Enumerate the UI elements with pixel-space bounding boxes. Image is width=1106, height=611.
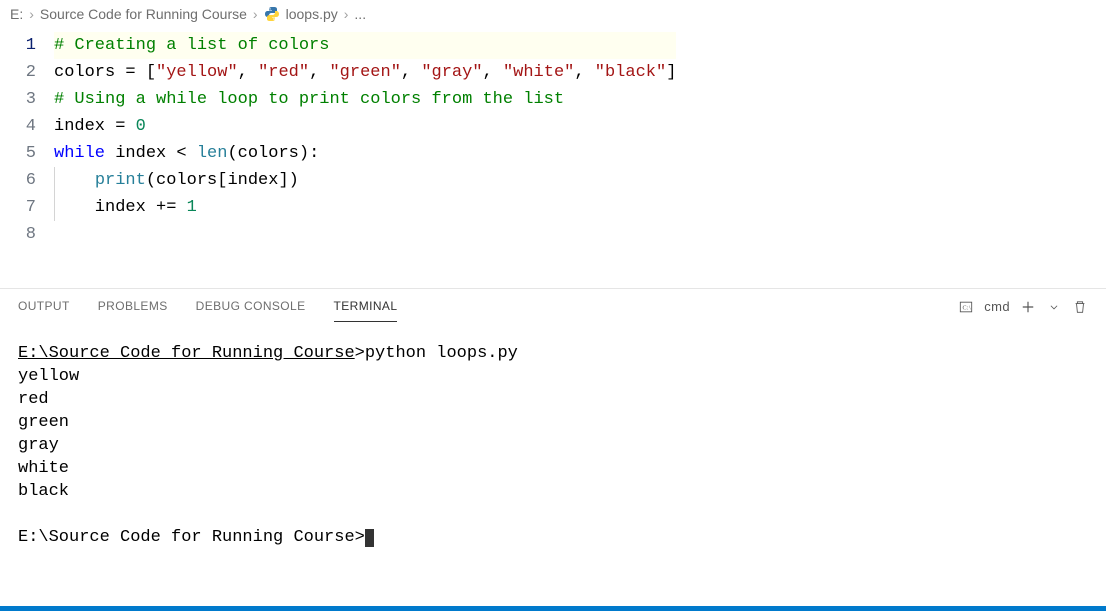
tab-debug-console[interactable]: DEBUG CONSOLE	[196, 291, 306, 322]
chevron-down-icon[interactable]	[1046, 299, 1062, 315]
code-line[interactable]: # Using a while loop to print colors fro…	[54, 86, 676, 113]
breadcrumb-folder[interactable]: Source Code for Running Course	[40, 6, 247, 22]
svg-text:C:\: C:\	[963, 305, 972, 311]
line-number: 3	[0, 86, 36, 113]
terminal-output-line: red	[18, 388, 1088, 411]
line-number-gutter: 12345678	[0, 32, 54, 248]
line-number: 6	[0, 167, 36, 194]
code-line[interactable]: index += 1	[54, 194, 676, 221]
line-number: 5	[0, 140, 36, 167]
line-number: 1	[0, 32, 36, 59]
panel-tabs: OUTPUT PROBLEMS DEBUG CONSOLE TERMINAL C…	[0, 289, 1106, 324]
terminal-content[interactable]: E:\Source Code for Running Course>python…	[0, 324, 1106, 606]
breadcrumb: E: › Source Code for Running Course › lo…	[0, 0, 1106, 28]
line-number: 7	[0, 194, 36, 221]
python-file-icon	[264, 6, 280, 22]
terminal-output-line: white	[18, 457, 1088, 480]
terminal-shell-label[interactable]: cmd	[984, 299, 1010, 314]
code-editor[interactable]: 12345678 # Creating a list of colorscolo…	[0, 28, 1106, 248]
terminal-prompt-path: E:\Source Code for Running Course	[18, 528, 355, 547]
terminal-prompt-path: E:\Source Code for Running Course	[18, 344, 355, 363]
terminal-cursor	[365, 529, 374, 547]
line-number: 8	[0, 221, 36, 248]
chevron-right-icon: ›	[344, 6, 349, 22]
terminal-profile-icon[interactable]: C:\	[958, 299, 974, 315]
line-number: 2	[0, 59, 36, 86]
new-terminal-icon[interactable]	[1020, 299, 1036, 315]
terminal-output-line: black	[18, 480, 1088, 503]
chevron-right-icon: ›	[29, 6, 34, 22]
line-number: 4	[0, 113, 36, 140]
tab-problems[interactable]: PROBLEMS	[98, 291, 168, 322]
chevron-right-icon: ›	[253, 6, 258, 22]
code-content[interactable]: # Creating a list of colorscolors = ["ye…	[54, 32, 676, 248]
code-line[interactable]: print(colors[index])	[54, 167, 676, 194]
code-line[interactable]: index = 0	[54, 113, 676, 140]
terminal-output-line: green	[18, 411, 1088, 434]
terminal-command: python loops.py	[365, 344, 518, 363]
tab-terminal[interactable]: TERMINAL	[334, 291, 398, 322]
breadcrumb-file[interactable]: loops.py	[286, 6, 338, 22]
code-line[interactable]: while index < len(colors):	[54, 140, 676, 167]
breadcrumb-symbol[interactable]: ...	[354, 6, 366, 22]
tab-output[interactable]: OUTPUT	[18, 291, 70, 322]
trash-icon[interactable]	[1072, 299, 1088, 315]
code-line[interactable]: colors = ["yellow", "red", "green", "gra…	[54, 59, 676, 86]
code-line[interactable]: # Creating a list of colors	[54, 32, 676, 59]
status-bar	[0, 606, 1106, 611]
terminal-output-line: yellow	[18, 365, 1088, 388]
terminal-output-line: gray	[18, 434, 1088, 457]
bottom-panel: OUTPUT PROBLEMS DEBUG CONSOLE TERMINAL C…	[0, 288, 1106, 606]
breadcrumb-drive[interactable]: E:	[10, 6, 23, 22]
